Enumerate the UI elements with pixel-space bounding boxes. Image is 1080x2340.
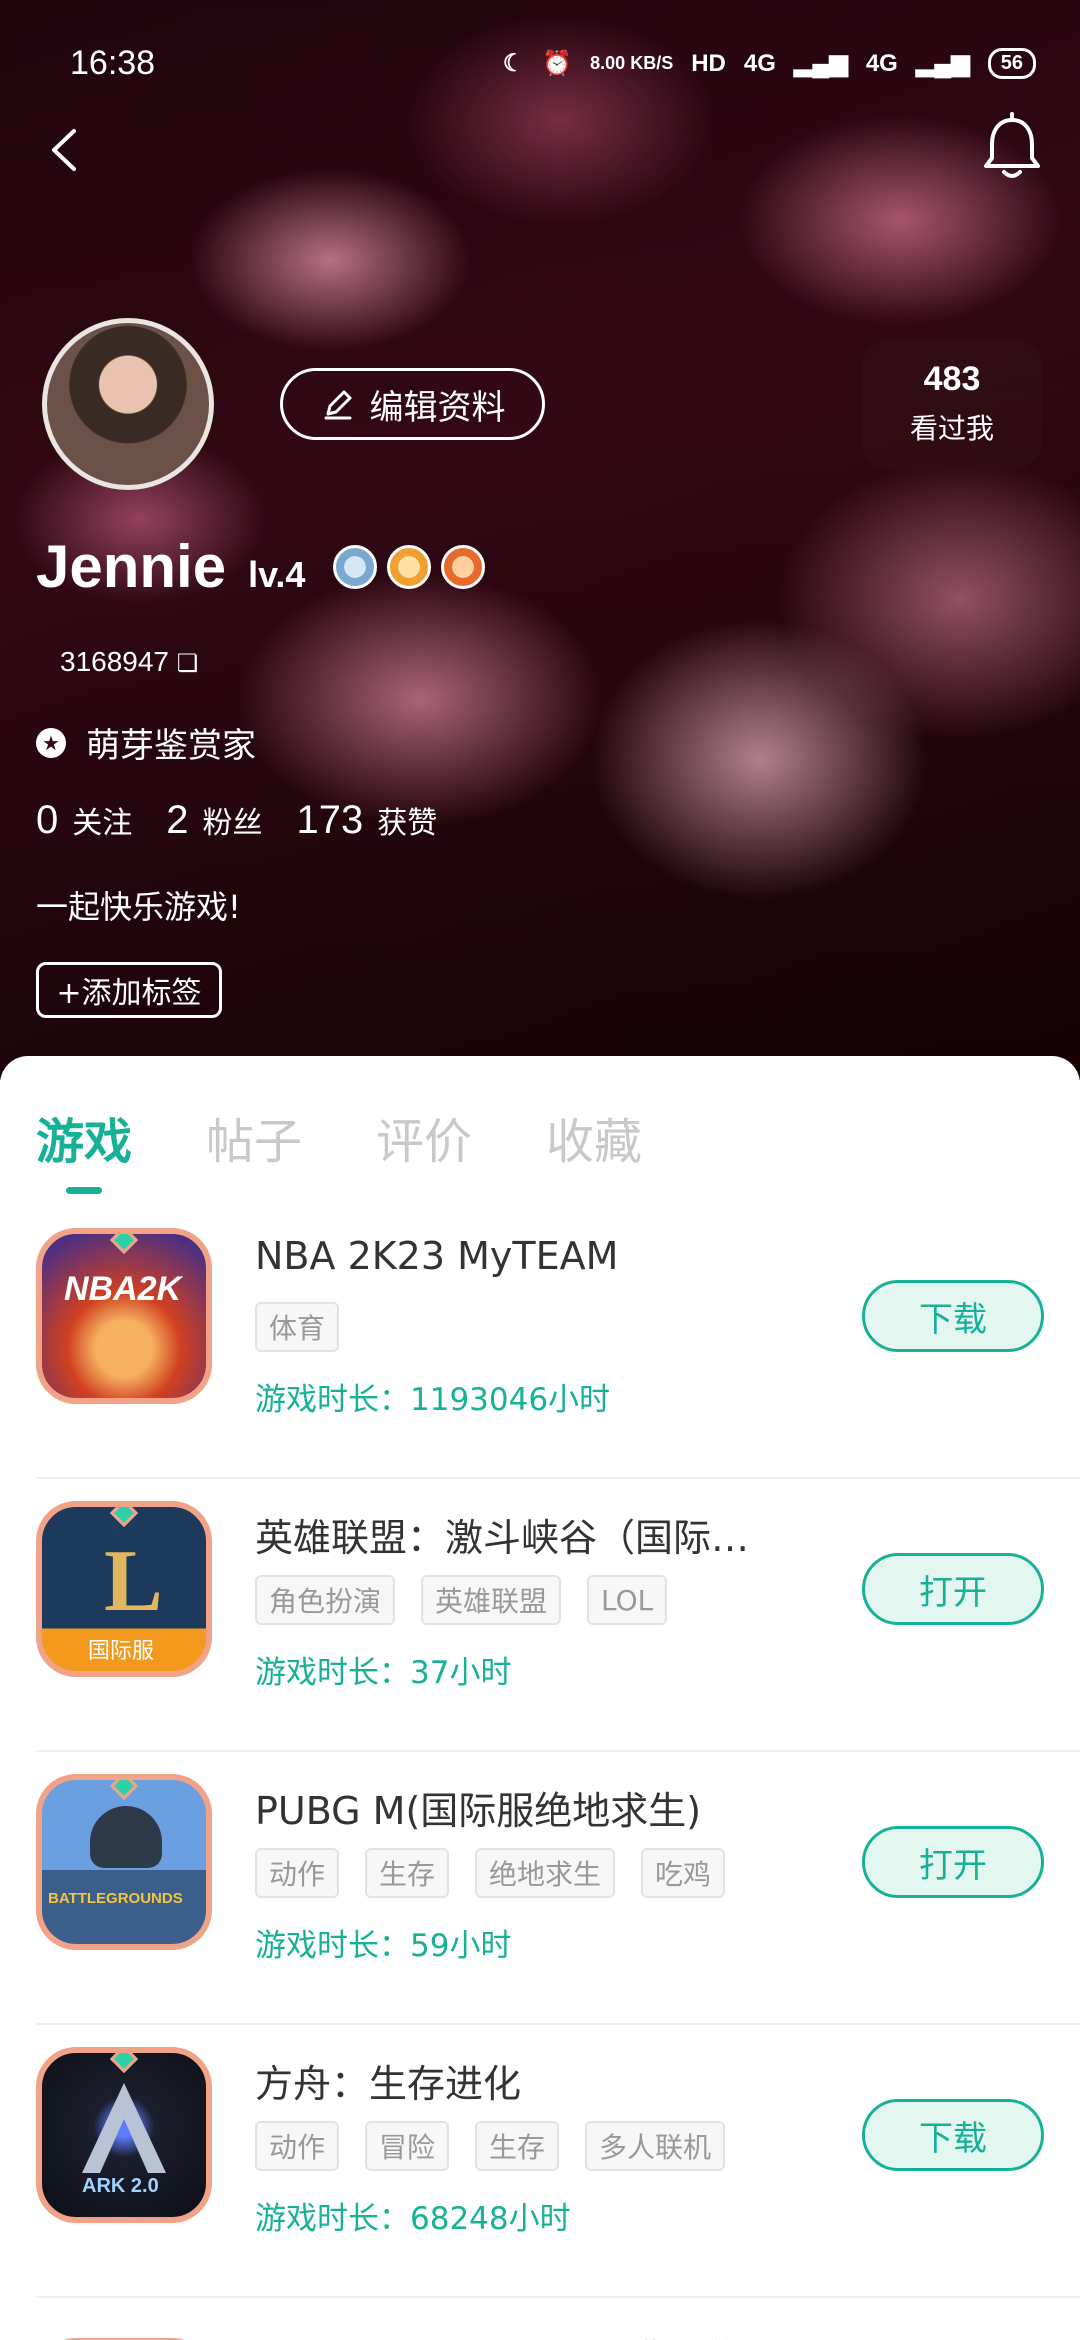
moon-icon: ☾ [502, 50, 525, 77]
game-playtime: 游戏时长：59小时 [255, 1928, 512, 1964]
star-icon: ★ [36, 727, 66, 758]
game-tag[interactable]: 体育 [255, 1302, 340, 1352]
game-title: PUBG M(国际服绝地求生) [255, 1789, 702, 1833]
edit-profile-button[interactable]: 编辑资料 [280, 368, 545, 440]
nba-icon-text: NBA2K [64, 1270, 182, 1308]
user-level: lv.4 [248, 554, 306, 595]
following-count[interactable]: 0 [36, 798, 58, 843]
lol-logo-letter: L [104, 1533, 163, 1630]
gem-icon [109, 1507, 139, 1528]
game-tag[interactable]: LOL [587, 1575, 668, 1625]
avatar[interactable] [42, 318, 214, 490]
copy-icon[interactable]: ❏ [177, 650, 199, 677]
game-tag[interactable]: 吃鸡 [641, 1848, 726, 1898]
name-row: Jennie lv.4 [36, 532, 486, 601]
user-id-value: 3168947 [60, 646, 170, 677]
pubg-icon-text: BATTLEGROUNDS [48, 1890, 183, 1907]
badge-3-icon[interactable] [441, 544, 486, 589]
game-title: 方舟：生存进化 [255, 2062, 522, 2106]
likes-label: 获赞 [377, 806, 438, 841]
pen-icon [324, 390, 351, 420]
status-time: 16:38 [70, 44, 156, 82]
ark-icon-text: ARK 2.0 [82, 2175, 159, 2197]
game-tag[interactable]: 动作 [255, 2121, 340, 2171]
game-title: 英雄联盟：激斗峡谷（国际… [255, 1516, 750, 1560]
visitors-count: 483 [923, 360, 981, 398]
game-title: 404 GAME RE:SET -错误游戏 [255, 2328, 776, 2340]
game-tags: 动作 生存 绝地求生 吃鸡 [255, 1848, 726, 1898]
open-button[interactable]: 打开 [862, 1553, 1044, 1625]
game-list: NBA2K NBA 2K23 MyTEAM 体育 游戏时长：1193046小时 … [0, 1206, 1080, 2340]
badges [333, 544, 486, 589]
game-tag[interactable]: 冒险 [365, 2121, 450, 2171]
game-tag[interactable]: 角色扮演 [255, 1575, 396, 1625]
notification-button[interactable] [980, 112, 1044, 182]
download-button[interactable]: 下载 [862, 1280, 1044, 1352]
user-name: Jennie [36, 533, 227, 600]
user-title: 萌芽鉴赏家 [86, 726, 256, 766]
battery-icon: 56 [987, 48, 1036, 79]
signal-2: 4G [865, 49, 898, 77]
status-bar: 16:38 ☾ ⏰ 8.00 KB/S HD 4G ▂▄▆ 4G ▂▄▆ 56 [0, 0, 1080, 130]
signal-1: 4G [743, 49, 776, 77]
signal-1-icon: ▂▄▆ [793, 50, 848, 77]
hd-indicator: HD [691, 49, 726, 77]
add-tag-button[interactable]: +添加标签 [36, 962, 222, 1018]
content-sheet: 游戏 帖子 评价 收藏 NBA2K NBA 2K23 MyTEAM 体育 游戏时… [0, 1056, 1080, 2340]
game-item[interactable]: L 国际服 英雄联盟：激斗峡谷（国际… 角色扮演 英雄联盟 LOL 游戏时长：3… [36, 1479, 1080, 1752]
game-playtime: 游戏时长：37小时 [255, 1655, 512, 1691]
game-playtime: 游戏时长：68248小时 [255, 2201, 571, 2237]
tab-bar: 游戏 帖子 评价 收藏 [36, 1102, 642, 1194]
tab-favorites[interactable]: 收藏 [546, 1102, 642, 1172]
game-tag[interactable]: 生存 [475, 2121, 560, 2171]
edit-profile-label: 编辑资料 [369, 387, 506, 428]
tab-games[interactable]: 游戏 [36, 1102, 132, 1194]
pubg-icon[interactable]: BATTLEGROUNDS [36, 1774, 212, 1950]
gem-icon [109, 1234, 139, 1255]
game-title: NBA 2K23 MyTEAM [255, 1234, 619, 1278]
likes-count: 173 [296, 798, 364, 842]
game-tag[interactable]: 多人联机 [585, 2121, 726, 2171]
alarm-icon: ⏰ [542, 50, 573, 77]
following-label[interactable]: 关注 [72, 798, 132, 842]
net-speed: 8.00 KB/S [590, 53, 674, 73]
badge-1-icon[interactable] [333, 544, 378, 589]
game-tag[interactable]: 动作 [255, 1848, 340, 1898]
game-tags: 动作 冒险 生存 多人联机 [255, 2121, 726, 2171]
game-playtime: 游戏时长：1193046小时 [255, 1382, 611, 1418]
tab-posts[interactable]: 帖子 [206, 1102, 302, 1172]
ark-icon[interactable]: ARK 2.0 [36, 2047, 212, 2223]
lol-icon-text: 国际服 [88, 1638, 155, 1663]
back-button[interactable] [40, 125, 90, 175]
visitors-label: 看过我 [909, 412, 994, 445]
visitors-box[interactable]: 483 看过我 [862, 338, 1042, 470]
helmet-icon [90, 1806, 162, 1868]
signal-2-icon: ▂▄▆ [915, 50, 970, 77]
stats-row: 0 关注 2 粉丝 173 获赞 [36, 798, 471, 843]
nba-icon[interactable]: NBA2K [36, 1228, 212, 1404]
followers-label[interactable]: 粉丝 [203, 798, 263, 842]
back-arrow-icon [52, 129, 76, 171]
badge-2-icon[interactable] [387, 544, 432, 589]
game-item[interactable]: ARK 2.0 方舟：生存进化 动作 冒险 生存 多人联机 游戏时长：68248… [36, 2025, 1080, 2298]
game-tag[interactable]: 生存 [365, 1848, 450, 1898]
user-id[interactable]: 3168947 ❏ [60, 646, 198, 678]
game-tag[interactable]: 英雄联盟 [421, 1575, 562, 1625]
user-bio: 一起快乐游戏! [36, 888, 241, 926]
game-tags: 体育 [255, 1302, 340, 1352]
game-item[interactable]: NBA2K NBA 2K23 MyTEAM 体育 游戏时长：1193046小时 … [36, 1206, 1080, 1479]
game-item[interactable]: BATTLEGROUNDS PUBG M(国际服绝地求生) 动作 生存 绝地求生… [36, 1752, 1080, 2025]
game-tags: 角色扮演 英雄联盟 LOL [255, 1575, 668, 1625]
download-button[interactable]: 下载 [862, 2099, 1044, 2171]
followers-count[interactable]: 2 [166, 798, 188, 843]
gem-icon [109, 1780, 139, 1801]
user-title-row: ★ 萌芽鉴赏家 [36, 718, 256, 767]
open-button[interactable]: 打开 [862, 1826, 1044, 1898]
status-icons: ☾ ⏰ 8.00 KB/S HD 4G ▂▄▆ 4G ▂▄▆ 56 [503, 48, 1036, 79]
game-tag[interactable]: 绝地求生 [475, 1848, 616, 1898]
lol-icon[interactable]: L 国际服 [36, 1501, 212, 1677]
game-item-partial[interactable]: 404 GAME RE:SET -错误游戏 [36, 2298, 1080, 2340]
tab-reviews[interactable]: 评价 [376, 1102, 472, 1172]
bell-icon [984, 112, 1040, 178]
